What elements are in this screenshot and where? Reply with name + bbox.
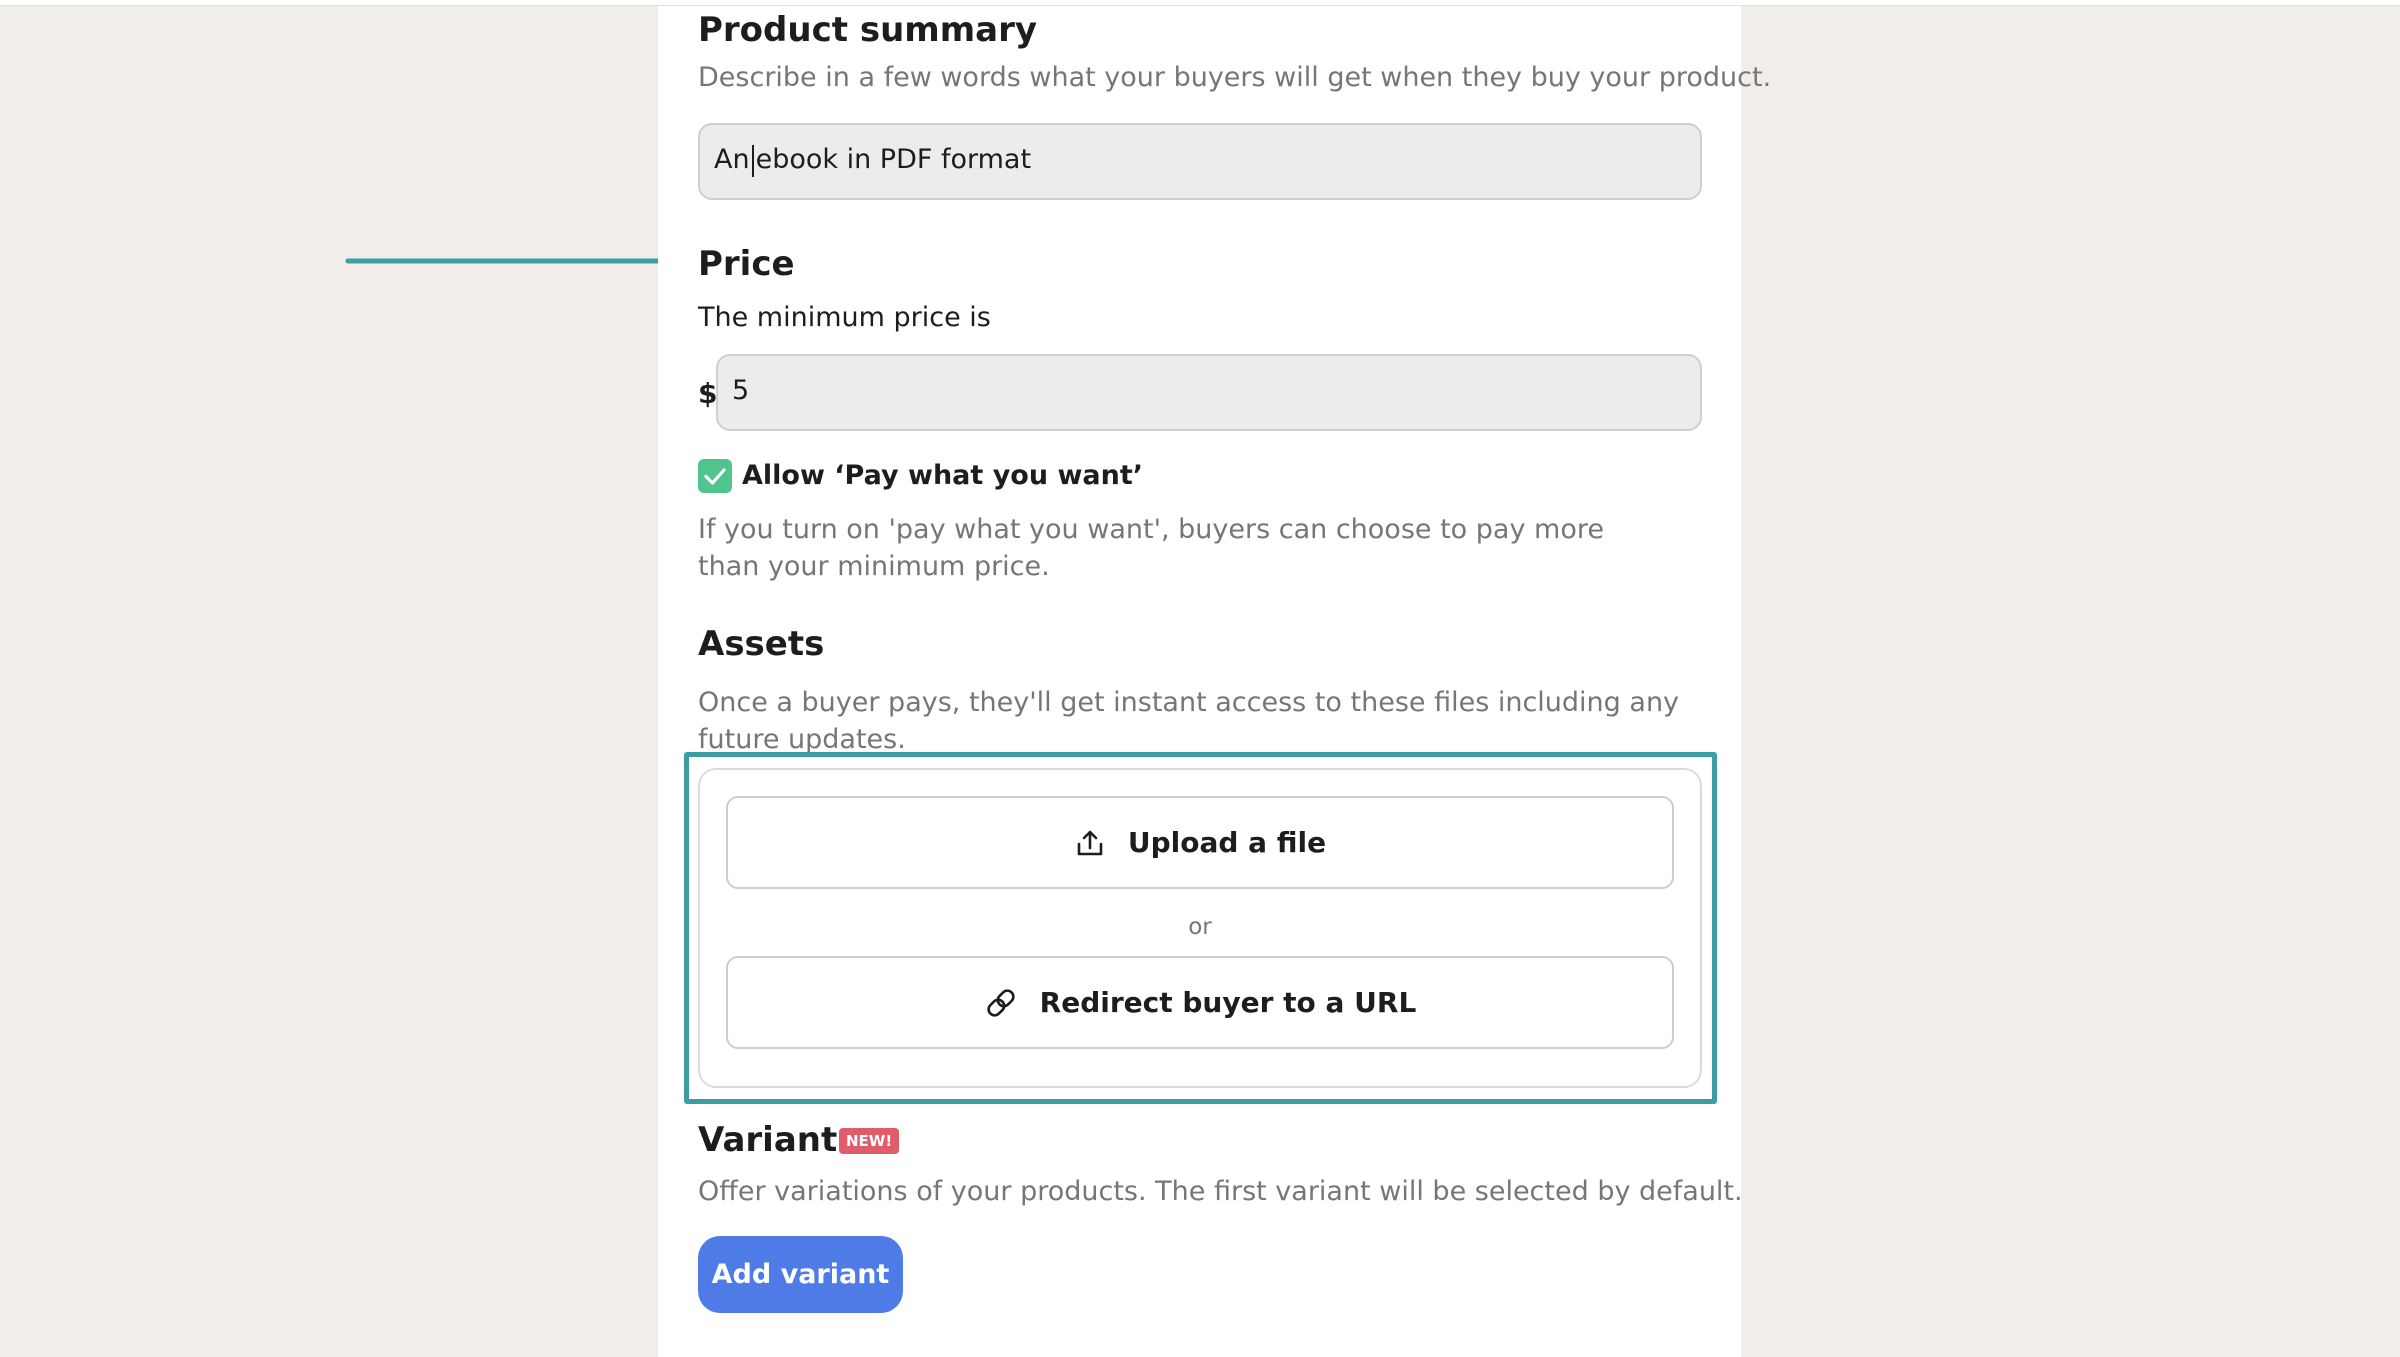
price-input[interactable]: 5: [716, 354, 1702, 431]
upload-file-label: Upload a file: [1127, 826, 1327, 859]
product-summary-value-start: An: [714, 144, 750, 175]
product-summary-heading: Product summary: [698, 10, 1038, 50]
link-icon: [984, 986, 1018, 1020]
variants-description: Offer variations of your products. The f…: [698, 1176, 1743, 1207]
assets-description: Once a buyer pays, they'll get instant a…: [698, 687, 1680, 755]
minimum-price-label: The minimum price is: [698, 302, 991, 333]
product-summary-input[interactable]: An ebook in PDF format: [698, 123, 1702, 200]
variants-heading: Variants: [698, 1120, 858, 1160]
assets-heading: Assets: [698, 624, 825, 664]
add-variant-button[interactable]: Add variant: [698, 1236, 903, 1313]
redirect-url-button[interactable]: Redirect buyer to a URL: [726, 956, 1674, 1049]
new-badge: NEW!: [839, 1128, 900, 1154]
arrow-right-icon: [345, 249, 690, 273]
text-caret: [751, 144, 754, 177]
upload-file-button[interactable]: Upload a file: [726, 796, 1674, 889]
redirect-url-label: Redirect buyer to a URL: [1039, 986, 1417, 1019]
pay-what-you-want-label[interactable]: Allow ‘Pay what you want’: [742, 457, 1143, 495]
product-summary-description: Describe in a few words what your buyers…: [698, 62, 1772, 93]
pay-what-you-want-help: If you turn on 'pay what you want', buye…: [698, 514, 1604, 582]
checkmark-icon: [704, 468, 726, 485]
product-editor-panel: Product summary Describe in a few words …: [658, 6, 1772, 1357]
pay-what-you-want-checkbox[interactable]: [698, 459, 732, 493]
currency-symbol: $: [698, 377, 718, 410]
or-separator: or: [1188, 914, 1212, 940]
price-heading: Price: [698, 244, 795, 284]
product-summary-value-end: ebook in PDF format: [755, 144, 1032, 175]
upload-icon: [1074, 827, 1106, 859]
